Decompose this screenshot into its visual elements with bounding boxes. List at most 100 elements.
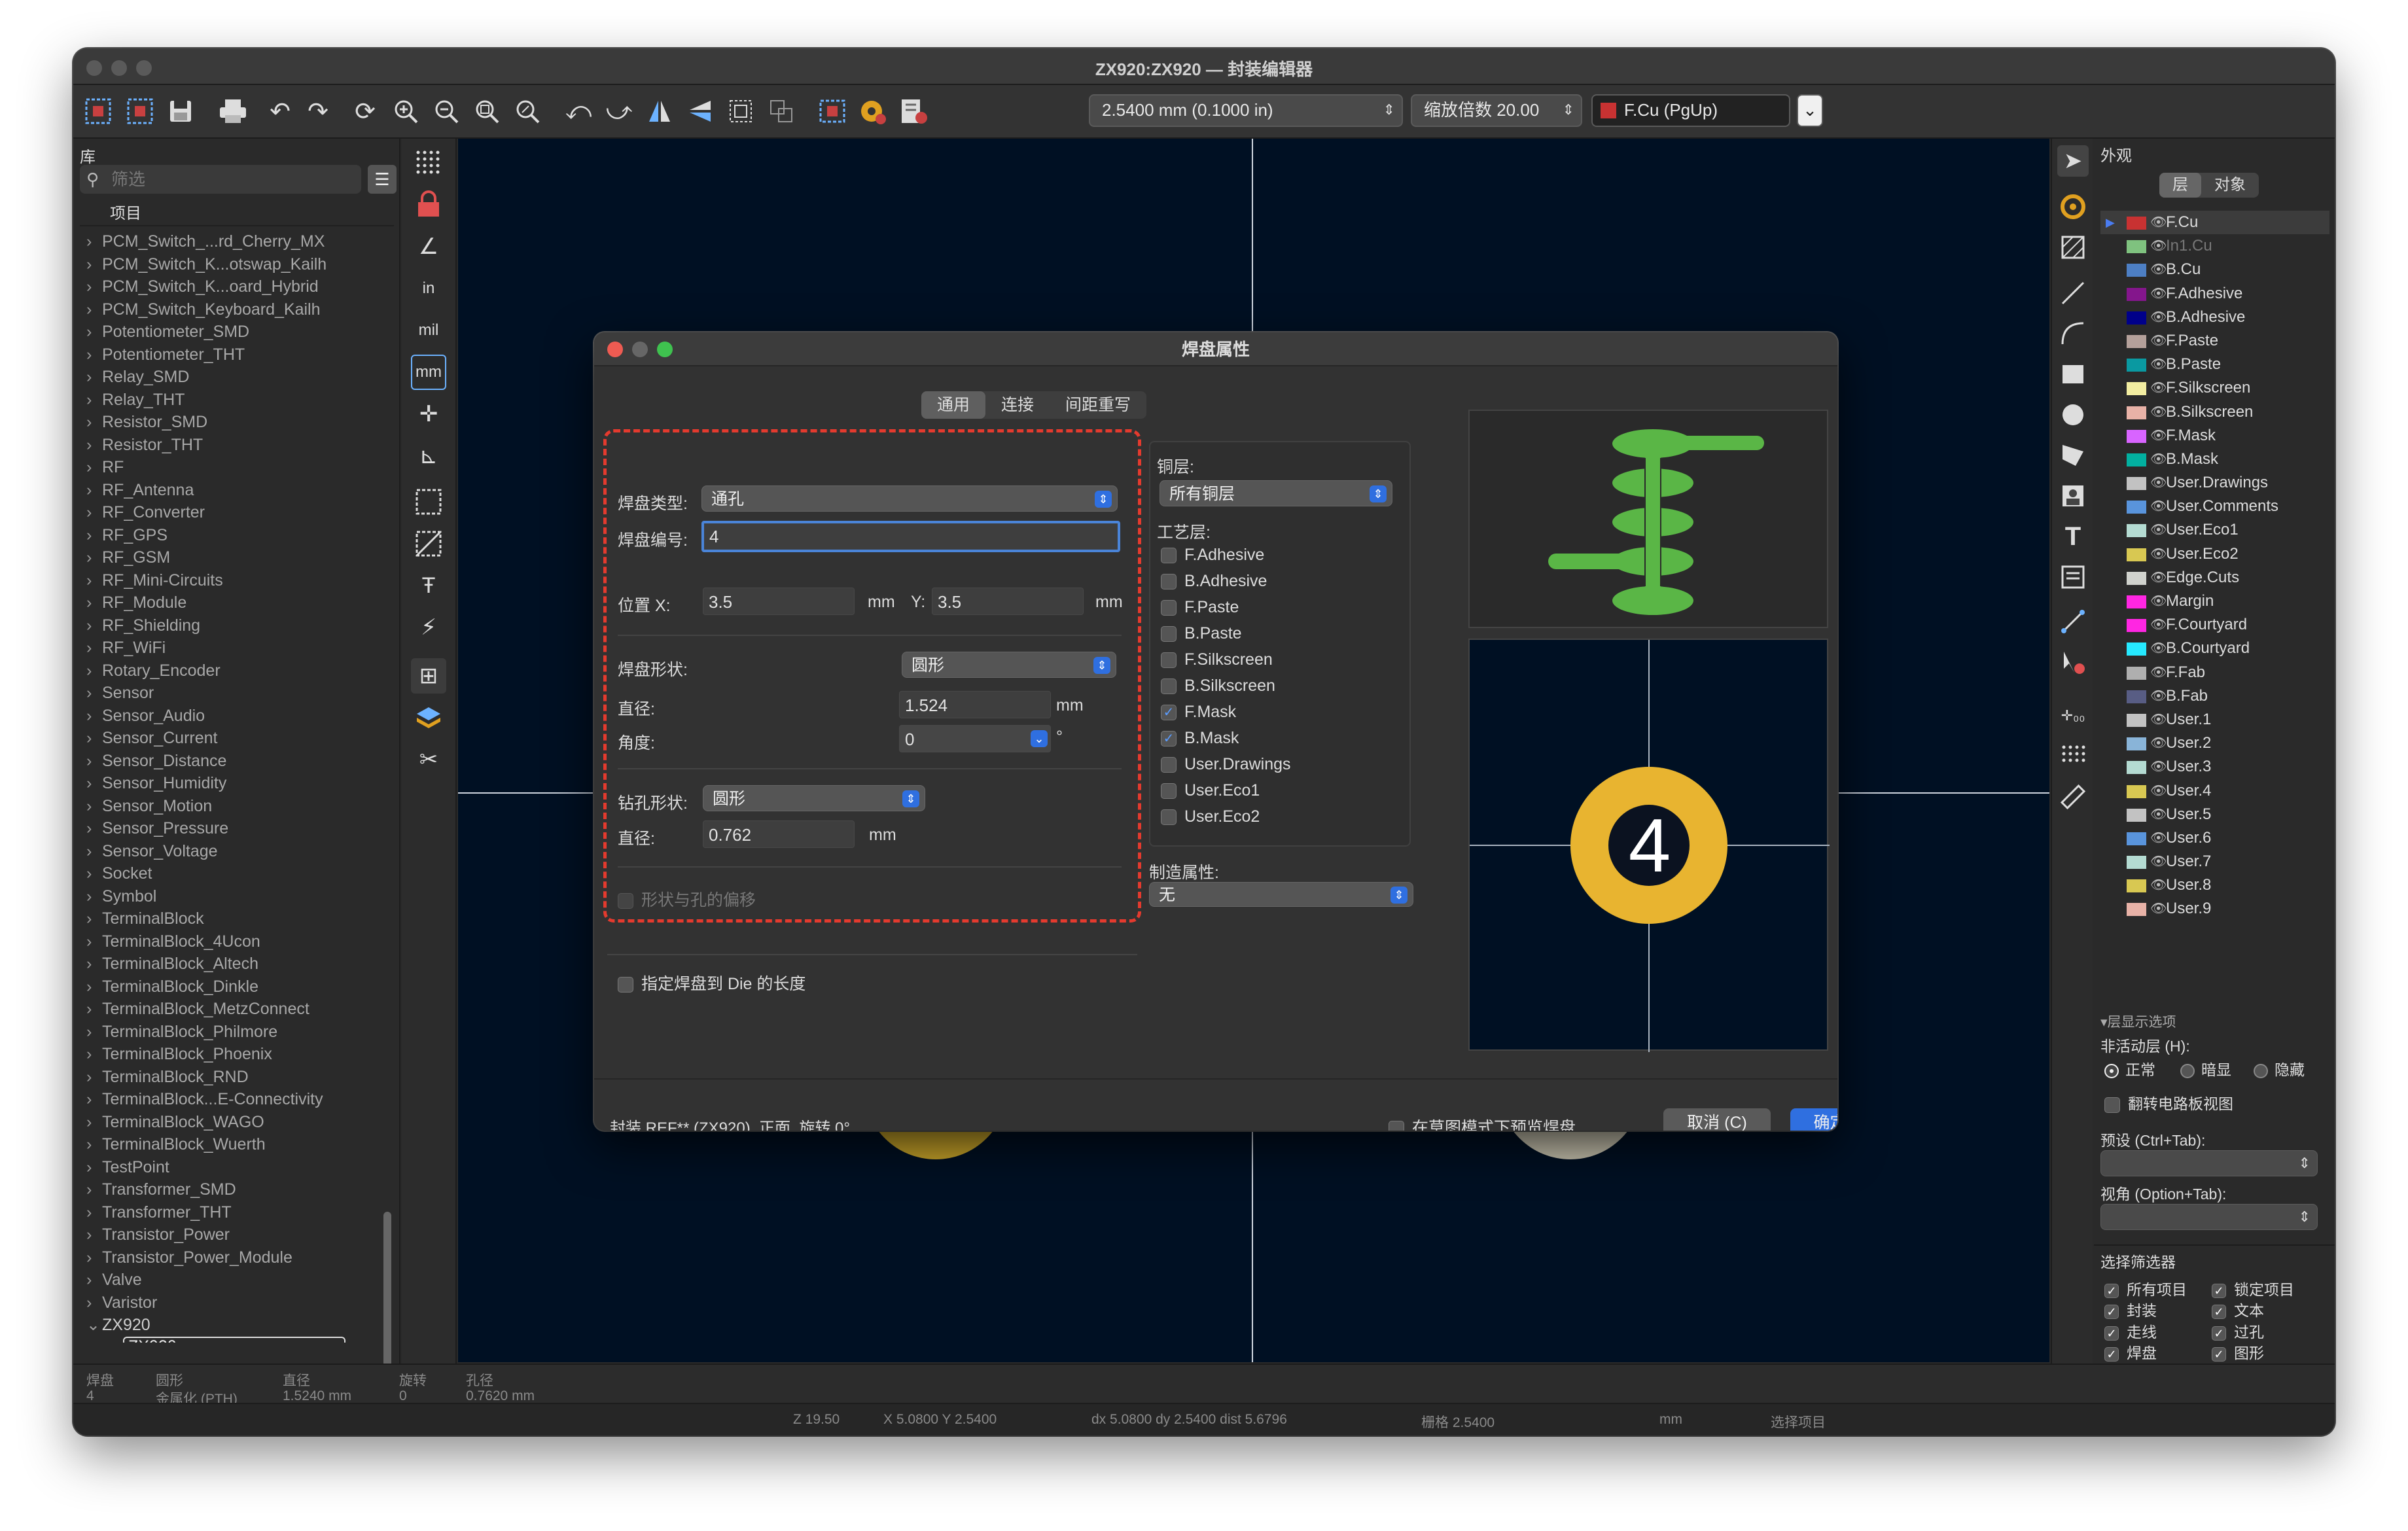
add-dimension-icon[interactable] [2057, 606, 2089, 637]
checkbox-unchecked[interactable] [2104, 1097, 2120, 1113]
chevron-right-icon[interactable]: › [86, 524, 102, 547]
eye-icon[interactable]: 👁 [2150, 873, 2167, 897]
layer-color-swatch[interactable] [2127, 784, 2146, 798]
layer-row[interactable]: 👁 B.Cu [2100, 258, 2329, 281]
tech-layer-option[interactable]: ✓ F.Mask [1161, 703, 1236, 722]
layer-row[interactable]: 👁 B.Adhesive [2100, 306, 2329, 329]
eye-icon[interactable]: 👁 [2150, 282, 2167, 306]
selection-filter-option[interactable]: ✓ 文本 [2212, 1298, 2264, 1320]
delete-tool-icon[interactable] [2057, 646, 2089, 678]
layer-color-swatch[interactable] [2127, 808, 2146, 822]
layer-row[interactable]: 👁 User.Drawings [2100, 471, 2329, 495]
drill-shape-select[interactable]: 圆形 ⇕ [703, 785, 925, 811]
library-tree-item[interactable]: › PCM_Switch_...rd_Cherry_MX [86, 230, 387, 253]
pad-type-select[interactable]: 通孔 ⇕ [701, 485, 1118, 512]
library-tree-item[interactable]: › TerminalBlock_Wuerth [86, 1133, 387, 1156]
eye-icon[interactable]: 👁 [2150, 850, 2167, 873]
library-tree-item[interactable]: › RF_Mini-Circuits [86, 569, 387, 592]
library-tree-item[interactable]: › RF_GPS [86, 524, 387, 547]
eye-icon[interactable]: 👁 [2150, 897, 2167, 921]
axis-icon[interactable]: ⊾ [411, 438, 446, 474]
chevron-right-icon[interactable]: › [86, 501, 102, 524]
grid-select[interactable]: 2.5400 mm (0.1000 in) ⇕ [1089, 94, 1403, 127]
tab-general[interactable]: 通用 [921, 391, 986, 419]
sketch-mode-toggle[interactable]: 在草图模式下预览焊盘 [1389, 1115, 1576, 1131]
die-length-toggle[interactable]: 指定焊盘到 Die 的长度 [618, 971, 806, 994]
checkbox-unchecked[interactable] [1161, 757, 1177, 773]
eye-icon[interactable]: 👁 [2150, 542, 2167, 566]
library-tree-item[interactable]: › TerminalBlock_Altech [86, 953, 387, 976]
layer-row[interactable]: 👁 B.Fab [2100, 684, 2329, 708]
tech-layer-option[interactable]: F.Paste [1161, 598, 1239, 617]
cancel-button[interactable]: 取消 (C) [1663, 1108, 1771, 1131]
eye-icon[interactable]: 👁 [2150, 424, 2167, 448]
selection-filter-option[interactable]: ✓ 图形 [2212, 1341, 2264, 1363]
layer-color-swatch[interactable] [2127, 903, 2146, 917]
polar-coords-icon[interactable]: ∠ [411, 229, 446, 264]
dialog-minimize-button[interactable] [632, 342, 648, 357]
chevron-right-icon[interactable]: › [86, 998, 102, 1021]
library-tree-item[interactable]: › PCM_Switch_Keyboard_Kailh [86, 298, 387, 321]
pad-outline-icon[interactable] [411, 484, 446, 519]
checkbox-checked[interactable]: ✓ [2212, 1347, 2226, 1362]
offset-toggle[interactable]: 形状与孔的偏移 [618, 887, 756, 911]
chevron-right-icon[interactable]: › [86, 1156, 102, 1179]
selection-filter-option[interactable]: ✓ 锁定项目 [2212, 1277, 2294, 1299]
lock-grid-icon[interactable] [411, 187, 446, 222]
layer-row[interactable]: 👁 F.Mask [2100, 424, 2329, 448]
checkbox-unchecked[interactable] [1161, 574, 1177, 590]
chevron-right-icon[interactable]: › [86, 817, 102, 840]
tech-layer-option[interactable]: User.Eco2 [1161, 807, 1260, 826]
tech-layer-option[interactable]: User.Drawings [1161, 755, 1291, 774]
zoom-fit-icon[interactable] [470, 94, 504, 128]
chevron-right-icon[interactable]: › [86, 434, 102, 457]
library-tree-item[interactable]: › Symbol [86, 885, 387, 908]
angle-combo[interactable]: 0 ⌄ [899, 725, 1051, 752]
selection-filter-option[interactable]: ✓ 所有项目 [2104, 1277, 2187, 1299]
eye-icon[interactable]: 👁 [2150, 779, 2167, 803]
library-tree-item[interactable]: › PCM_Switch_K...oard_Hybrid [86, 275, 387, 298]
layer-color-swatch[interactable] [2127, 879, 2146, 893]
eye-icon[interactable]: 👁 [2150, 258, 2167, 281]
library-tree-item[interactable]: › TerminalBlock_Dinkle [86, 976, 387, 998]
checkbox-checked[interactable]: ✓ [2104, 1347, 2119, 1362]
dialog-close-button[interactable] [607, 342, 623, 357]
anchor-icon[interactable]: ✛₀₀ [2057, 700, 2089, 731]
library-tree-item[interactable]: › Sensor_Voltage [86, 840, 387, 863]
layer-row[interactable]: 👁 B.Paste [2100, 353, 2329, 376]
eye-icon[interactable]: 👁 [2150, 803, 2167, 826]
chevron-right-icon[interactable]: › [86, 389, 102, 412]
eye-icon[interactable]: 👁 [2150, 234, 2167, 258]
chevron-right-icon[interactable]: › [86, 885, 102, 908]
pad-settings-icon[interactable] [856, 94, 890, 128]
eye-icon[interactable]: 👁 [2150, 826, 2167, 850]
layer-color-swatch[interactable] [2127, 761, 2146, 775]
library-tree-item[interactable]: › Sensor_Motion [86, 795, 387, 818]
tools-icon[interactable]: ✂ [411, 742, 446, 777]
eye-icon[interactable]: 👁 [2150, 495, 2167, 518]
tech-layer-option[interactable]: ✓ B.Mask [1161, 729, 1239, 748]
layer-row[interactable]: 👁 User.Eco1 [2100, 518, 2329, 542]
library-tree-item[interactable]: › Socket [86, 862, 387, 885]
layer-row[interactable]: 👁 Edge.Cuts [2100, 566, 2329, 590]
chevron-right-icon[interactable]: › [86, 298, 102, 321]
inactive-option-dim[interactable]: 暗显 [2180, 1057, 2231, 1080]
radio-unselected[interactable] [2254, 1063, 2268, 1078]
eye-icon[interactable]: 👁 [2150, 376, 2167, 400]
draw-rectangle-icon[interactable] [2057, 359, 2089, 390]
layer-row[interactable]: 👁 In1.Cu [2100, 234, 2329, 258]
library-tree-item[interactable]: › TerminalBlock_4Ucon [86, 930, 387, 953]
layer-color-swatch[interactable] [2127, 619, 2146, 633]
library-tree-item[interactable]: › Relay_THT [86, 389, 387, 412]
chevron-right-icon[interactable]: › [86, 479, 102, 502]
preset-select[interactable]: ⇕ [2100, 1150, 2318, 1176]
diameter-input[interactable]: 1.524 [899, 691, 1051, 718]
checkbox-unchecked[interactable] [1161, 783, 1177, 800]
highlight-net-icon[interactable]: ⚡ [411, 610, 446, 645]
layer-color-swatch[interactable] [2127, 571, 2146, 585]
layer-color-swatch[interactable] [2127, 311, 2146, 325]
library-tree-item[interactable]: › RF_GSM [86, 546, 387, 569]
footprint-tree-icon[interactable]: ⊞ [411, 658, 446, 694]
layer-row[interactable]: 👁 F.Adhesive [2100, 282, 2329, 306]
layer-color-swatch[interactable] [2127, 856, 2146, 870]
